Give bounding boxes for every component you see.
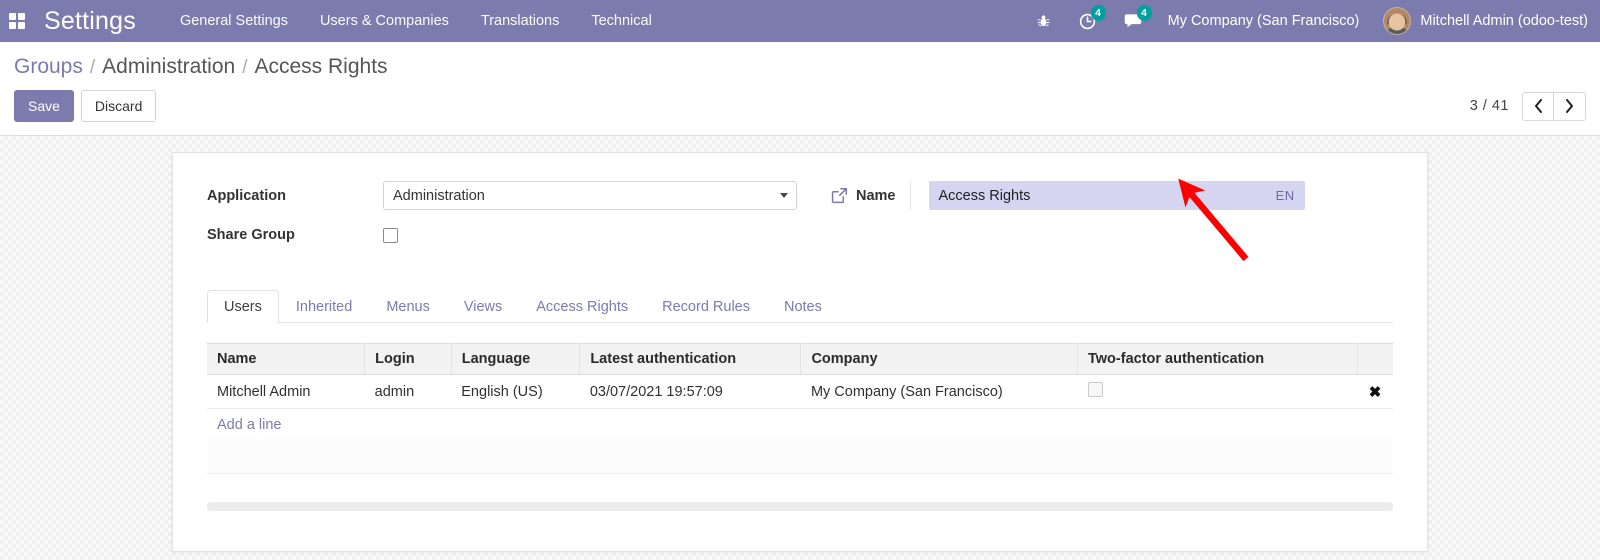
breadcrumb: Groups / Administration / Access Rights xyxy=(14,42,1586,79)
main-menu: General Settings Users & Companies Trans… xyxy=(164,2,668,40)
cell-company: My Company (San Francisco) xyxy=(800,374,1078,410)
tab-inherited[interactable]: Inherited xyxy=(279,290,369,323)
tab-access-rights[interactable]: Access Rights xyxy=(519,290,645,323)
form-fields-grid: Application Administration Share Group N… xyxy=(207,181,1393,260)
share-group-checkbox[interactable] xyxy=(383,227,398,243)
debug-bug-icon-button[interactable] xyxy=(1022,0,1065,42)
breadcrumb-item-access-rights: Access Rights xyxy=(254,55,388,78)
top-navbar: Settings General Settings Users & Compan… xyxy=(0,0,1600,42)
discard-button[interactable]: Discard xyxy=(80,90,157,123)
column-header-two-factor[interactable]: Two-factor authentication xyxy=(1077,343,1358,376)
bug-icon xyxy=(1037,15,1050,27)
user-avatar xyxy=(1383,7,1412,35)
name-input-value: Access Rights xyxy=(938,187,1031,204)
form-sheet: Application Administration Share Group N… xyxy=(172,152,1428,553)
tab-record-rules[interactable]: Record Rules xyxy=(645,290,767,323)
column-header-latest-authentication[interactable]: Latest authentication xyxy=(579,343,802,376)
column-header-actions xyxy=(1357,343,1393,376)
field-divider xyxy=(909,181,911,211)
users-table-head: Name Login Language Latest authenticatio… xyxy=(207,343,1393,376)
menu-item-technical[interactable]: Technical xyxy=(575,2,667,40)
chevron-down-icon xyxy=(780,193,788,199)
share-group-label: Share Group xyxy=(207,227,295,244)
breadcrumb-item-administration[interactable]: Administration xyxy=(102,55,235,79)
users-table-wrapper: Name Login Language Latest authenticatio… xyxy=(207,343,1393,511)
add-a-line-button[interactable]: Add a line xyxy=(207,409,292,439)
external-link-icon[interactable] xyxy=(831,187,848,204)
user-menu-label: Mitchell Admin (odoo-test) xyxy=(1420,13,1588,29)
menu-item-translations[interactable]: Translations xyxy=(465,2,575,40)
cell-two-factor xyxy=(1077,374,1358,410)
chevron-left-icon xyxy=(1534,99,1542,114)
name-lang-badge[interactable]: EN xyxy=(1276,188,1295,203)
pager-counter: 3 / 41 xyxy=(1469,98,1509,115)
breadcrumb-item-groups[interactable]: Groups xyxy=(14,55,83,79)
name-input[interactable]: Access Rights EN xyxy=(928,181,1305,211)
users-table-body: Mitchell Admin admin English (US) 03/07/… xyxy=(207,374,1393,410)
column-header-language[interactable]: Language xyxy=(451,343,581,376)
cell-delete: ✖ xyxy=(1357,374,1393,410)
empty-cell xyxy=(207,439,1393,474)
activities-badge: 4 xyxy=(1090,5,1106,21)
field-application: Application Administration xyxy=(207,181,807,211)
save-button[interactable]: Save xyxy=(14,90,74,123)
form-column-right: Name Access Rights EN xyxy=(807,181,1393,221)
cell-name: Mitchell Admin xyxy=(207,374,365,410)
horizontal-scrollbar[interactable] xyxy=(207,501,1393,511)
notebook: Users Inherited Menus Views Access Right… xyxy=(207,290,1393,511)
delete-row-icon[interactable]: ✖ xyxy=(1367,383,1383,401)
form-column-left: Application Administration Share Group xyxy=(207,181,807,260)
table-row[interactable]: Mitchell Admin admin English (US) 03/07/… xyxy=(207,374,1393,410)
pager-buttons xyxy=(1522,91,1586,121)
control-panel: Groups / Administration / Access Rights … xyxy=(0,42,1600,137)
control-panel-actions: Save Discard 3 / 41 xyxy=(14,79,1586,135)
name-label: Name xyxy=(856,187,896,204)
tab-users[interactable]: Users xyxy=(207,290,279,324)
apps-menu-toggle[interactable] xyxy=(0,0,34,42)
user-menu[interactable]: Mitchell Admin (odoo-test) xyxy=(1373,7,1588,35)
cell-latest-authentication: 03/07/2021 19:57:09 xyxy=(579,374,801,410)
empty-rows-body xyxy=(207,439,1393,474)
empty-row xyxy=(207,439,1393,474)
users-table-empty-rows xyxy=(207,439,1393,474)
breadcrumb-separator-2: / xyxy=(242,57,248,78)
notebook-tabs: Users Inherited Menus Views Access Right… xyxy=(207,290,1393,324)
messages-menu-button[interactable]: 4 xyxy=(1110,0,1156,42)
record-pager: 3 / 41 xyxy=(1469,91,1586,121)
navbar-right-section: 4 4 My Company (San Francisco) Mitchell … xyxy=(1022,0,1600,42)
external-link-icon-glyph xyxy=(831,188,848,204)
apps-grid-icon xyxy=(9,13,25,29)
field-name: Name Access Rights EN xyxy=(831,181,1393,211)
table-header-row: Name Login Language Latest authenticatio… xyxy=(207,343,1393,376)
cell-login: admin xyxy=(364,374,452,410)
form-sheet-wrapper: Application Administration Share Group N… xyxy=(0,136,1600,553)
messages-badge: 4 xyxy=(1136,5,1152,21)
column-header-company[interactable]: Company xyxy=(800,343,1078,376)
company-switcher[interactable]: My Company (San Francisco) xyxy=(1156,13,1374,29)
application-label: Application xyxy=(207,187,286,204)
cell-language: English (US) xyxy=(451,374,580,410)
column-header-login[interactable]: Login xyxy=(364,343,452,376)
menu-item-users-companies[interactable]: Users & Companies xyxy=(304,2,465,40)
menu-item-general-settings[interactable]: General Settings xyxy=(164,2,304,40)
tab-views[interactable]: Views xyxy=(447,290,519,323)
application-select[interactable]: Administration xyxy=(383,181,797,211)
application-selected-value: Administration xyxy=(393,187,485,204)
pager-previous-button[interactable] xyxy=(1522,91,1554,121)
column-header-name[interactable]: Name xyxy=(207,343,366,376)
chevron-right-icon xyxy=(1566,99,1573,114)
two-factor-checkbox[interactable] xyxy=(1087,382,1103,398)
users-table: Name Login Language Latest authenticatio… xyxy=(207,343,1393,410)
tab-notes[interactable]: Notes xyxy=(767,290,839,323)
app-brand-title[interactable]: Settings xyxy=(34,8,142,34)
tab-menus[interactable]: Menus xyxy=(369,290,447,323)
name-label-group: Name xyxy=(831,187,896,204)
breadcrumb-separator-1: / xyxy=(89,57,96,78)
field-share-group: Share Group xyxy=(207,221,807,249)
activities-menu-button[interactable]: 4 xyxy=(1065,0,1110,42)
pager-next-button[interactable] xyxy=(1554,91,1586,121)
